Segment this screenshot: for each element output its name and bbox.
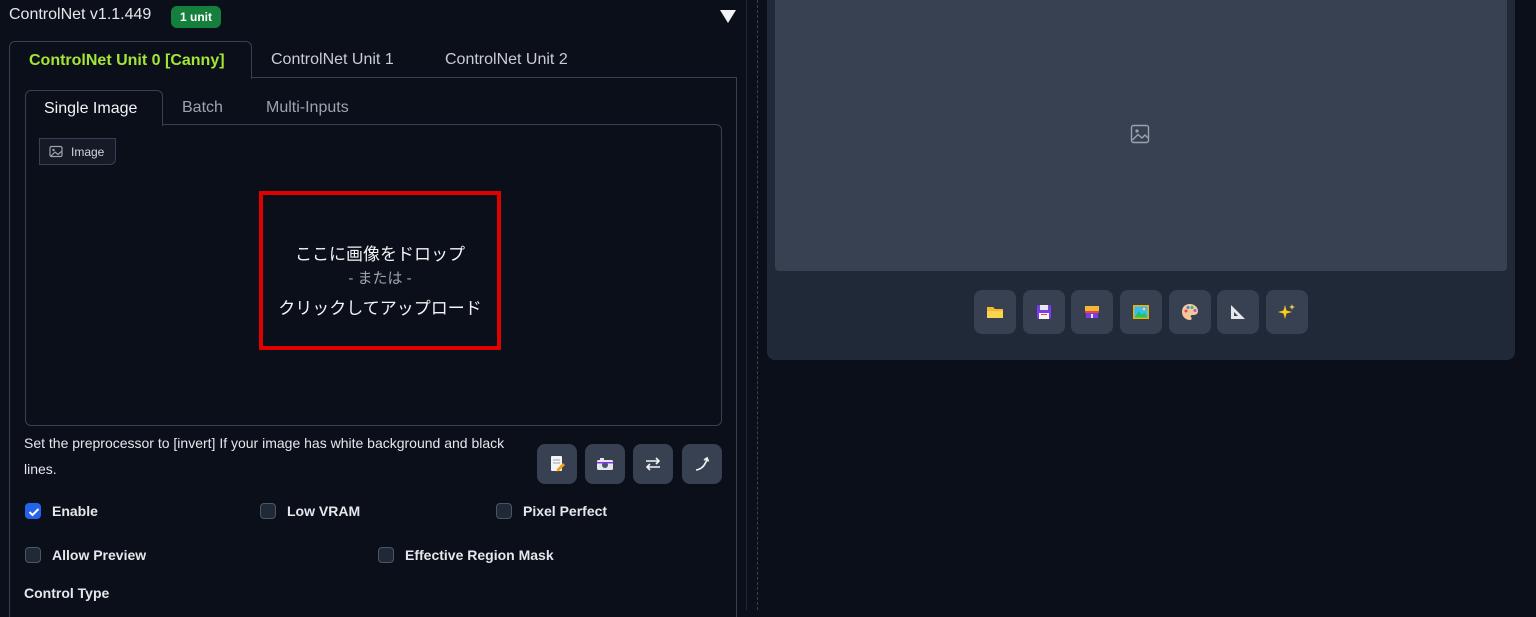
image-label: Image [71,145,105,159]
enable-checkbox[interactable] [25,503,41,519]
ruler-icon [1231,305,1245,319]
tab-multi-inputs[interactable]: Multi-Inputs [266,99,349,117]
tab-label: ControlNet Unit 0 [Canny] [29,52,225,69]
curve-button[interactable] [682,444,722,484]
tab-batch[interactable]: Batch [182,99,223,117]
image-label-chip: Image [39,138,116,165]
unit-count-badge: 1 unit [171,6,221,28]
sparkle-button[interactable] [1266,290,1308,334]
tab-single-image[interactable]: Single Image [25,90,163,126]
camera-button[interactable] [585,444,625,484]
swap-button[interactable] [633,444,673,484]
send-to-extras-button[interactable] [1217,290,1259,334]
sparkles-icon [1278,304,1295,319]
save-button[interactable] [1023,290,1065,334]
tab-controlnet-unit-0[interactable]: ControlNet Unit 0 [Canny] [9,41,252,79]
swap-icon [645,457,661,471]
image-icon [1133,305,1149,319]
send-to-img2img-button[interactable] [1120,290,1162,334]
image-placeholder-icon [1130,124,1150,144]
enable-label: Enable [52,503,98,519]
panel-border [746,0,747,610]
effective-region-mask-label: Effective Region Mask [405,547,554,563]
save-icon [1037,305,1051,319]
effective-region-mask-checkbox[interactable] [378,547,394,563]
tab-controlnet-unit-1[interactable]: ControlNet Unit 1 [271,51,394,69]
allow-preview-label: Allow Preview [52,547,147,563]
upload-instruction: クリックしてアップロード [278,299,482,318]
pixel-perfect-checkbox[interactable] [496,503,512,519]
pixel-perfect-label: Pixel Perfect [523,503,608,519]
send-to-inpaint-button[interactable] [1169,290,1211,334]
palette-icon [1182,304,1198,320]
drop-instruction: ここに画像をドロップ [295,245,465,264]
check-icon [28,508,40,517]
drop-zone-highlight[interactable]: ここに画像をドロップ - または - クリックしてアップロード [259,191,501,350]
low-vram-label: Low VRAM [287,503,361,519]
open-folder-button[interactable] [974,290,1016,334]
control-type-label: Control Type [24,585,110,601]
zip-button[interactable] [1071,290,1113,334]
curve-icon [695,456,710,471]
camera-icon [597,458,613,470]
tab-controlnet-unit-2[interactable]: ControlNet Unit 2 [445,51,568,69]
edit-button[interactable] [537,444,577,484]
collapse-triangle-icon[interactable] [719,8,737,24]
edit-icon [551,456,565,472]
tab-label: Single Image [44,100,138,117]
drop-separator: - または - [348,270,412,287]
image-icon [49,145,63,158]
column-divider[interactable] [757,0,758,610]
zip-icon [1085,306,1099,318]
controlnet-title: ControlNet v1.1.449 [9,6,152,23]
low-vram-checkbox[interactable] [260,503,276,519]
folder-icon [987,307,1003,318]
preprocessor-hint: Set the preprocessor to [invert] If your… [24,435,505,477]
allow-preview-checkbox[interactable] [25,547,41,563]
